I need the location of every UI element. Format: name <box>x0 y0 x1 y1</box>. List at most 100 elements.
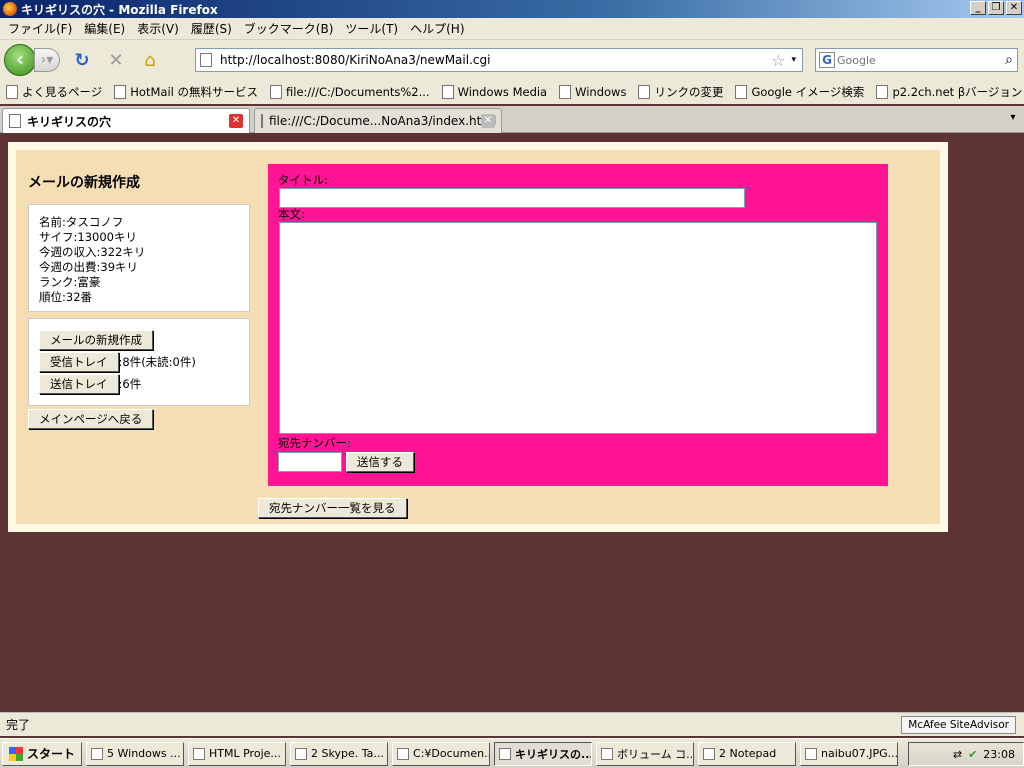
inbox-button[interactable]: 受信トレイ <box>39 352 119 372</box>
tab-kirigirisu[interactable]: キリギリスの穴 ✕ <box>2 108 250 133</box>
taskbar-item[interactable]: 2 Skype. Ta... <box>290 741 389 766</box>
title-label: タイトル: <box>278 173 328 187</box>
tab-page-icon <box>9 114 21 128</box>
menu-view[interactable]: 表示(V) <box>131 20 185 37</box>
bookmark-star-icon[interactable]: ☆ <box>771 51 785 70</box>
menu-help[interactable]: ヘルプ(H) <box>404 20 470 37</box>
tab-page-icon <box>261 114 263 128</box>
title-input[interactable] <box>279 188 745 208</box>
folder-icon <box>91 747 104 760</box>
bookmark-item[interactable]: HotMail の無料サービス <box>108 84 264 100</box>
bookmark-page-icon <box>876 85 889 99</box>
user-stats-box: 名前:タスコノフ サイフ:13000キリ 今週の収入:322キリ 今週の出費:3… <box>28 204 250 312</box>
bookmark-item[interactable]: よく見るページ <box>0 84 108 100</box>
page-icon <box>200 53 212 67</box>
tab-list-dropdown-icon[interactable]: ▾ <box>1006 112 1020 128</box>
window-title: キリギリスの穴 - Mozilla Firefox <box>21 2 218 17</box>
new-mail-button[interactable]: メールの新規作成 <box>39 330 153 350</box>
bookmark-page-icon <box>735 85 748 99</box>
image-icon <box>805 747 818 760</box>
destination-number-input[interactable] <box>278 452 342 472</box>
stat-position: 順位:32番 <box>39 290 93 304</box>
security-icon[interactable]: ✔ <box>968 748 977 761</box>
windows-taskbar: スタート 5 Windows ... HTML Proje... 2 Skype… <box>0 738 1024 768</box>
tab-strip: キリギリスの穴 ✕ file:///C:/Docume...NoAna3/ind… <box>0 106 1024 133</box>
menu-edit[interactable]: 編集(E) <box>78 20 131 37</box>
notepad-icon <box>703 747 716 760</box>
bookmark-item[interactable]: p2.2ch.net βバージョン <box>870 84 1024 100</box>
url-bar[interactable]: ☆ ▾ <box>195 48 803 72</box>
bookmark-page-icon <box>559 85 572 99</box>
stop-icon[interactable]: ✕ <box>104 50 128 71</box>
stat-name: 名前:タスコノフ <box>39 215 124 229</box>
volume-icon <box>601 747 614 760</box>
window-titlebar: キリギリスの穴 - Mozilla Firefox _ ❐ ✕ <box>0 0 1024 18</box>
restore-button[interactable]: ❐ <box>988 1 1004 15</box>
network-icon[interactable]: ⇄ <box>953 748 962 761</box>
console-icon <box>397 747 410 760</box>
url-dropdown-icon[interactable]: ▾ <box>791 55 796 65</box>
search-bar[interactable]: G ⌕ <box>815 48 1018 72</box>
search-icon[interactable]: ⌕ <box>1005 52 1013 68</box>
home-icon[interactable]: ⌂ <box>138 50 162 71</box>
tab-index-html[interactable]: file:///C:/Docume...NoAna3/index.html ✕ <box>254 108 502 133</box>
stat-rank: ランク:富豪 <box>39 275 101 289</box>
mcafee-siteadvisor-button[interactable]: McAfee SiteAdvisor <box>901 716 1016 734</box>
bookmarks-toolbar: よく見るページ HotMail の無料サービス file:///C:/Docum… <box>0 80 1024 104</box>
bookmark-item[interactable]: Google イメージ検索 <box>729 84 870 100</box>
url-input[interactable] <box>220 53 772 67</box>
firefox-icon <box>499 747 512 760</box>
menu-history[interactable]: 履歴(S) <box>185 20 238 37</box>
compose-form: タイトル: 本文: 宛先ナンバー: 送信する <box>268 164 888 486</box>
clock: 23:08 <box>983 747 1015 761</box>
bookmark-item[interactable]: リンクの変更 <box>632 84 729 100</box>
bookmark-page-icon <box>441 85 454 99</box>
stat-weekly-expense: 今週の出費:39キリ <box>39 260 139 274</box>
taskbar-item[interactable]: ボリューム コ... <box>596 741 695 766</box>
menu-file[interactable]: ファイル(F) <box>2 20 78 37</box>
status-bar: 完了 McAfee SiteAdvisor <box>0 712 1024 736</box>
close-tab-icon[interactable]: ✕ <box>481 114 495 128</box>
taskbar-item[interactable]: naibu07.JPG... <box>800 741 899 766</box>
taskbar-item[interactable]: 2 Notepad <box>698 741 797 766</box>
taskbar-item[interactable]: HTML Proje... <box>188 741 287 766</box>
body-textarea[interactable] <box>279 222 877 434</box>
system-tray: ⇄ ✔ 23:08 <box>908 742 1024 766</box>
google-engine-icon[interactable]: G <box>819 52 835 68</box>
inbox-count: :8件(未読:0件) <box>118 355 196 369</box>
menu-bookmarks[interactable]: ブックマーク(B) <box>238 20 340 37</box>
body-label: 本文: <box>278 207 305 221</box>
close-window-button[interactable]: ✕ <box>1006 1 1022 15</box>
back-arrow-icon[interactable]: ‹ <box>4 44 36 76</box>
taskbar-item[interactable]: C:¥Documen... <box>392 741 491 766</box>
stat-wallet: サイフ:13000キリ <box>39 230 137 244</box>
search-input[interactable] <box>837 53 1006 67</box>
bookmark-page-icon <box>270 85 282 99</box>
close-tab-icon[interactable]: ✕ <box>229 114 243 128</box>
reload-icon[interactable]: ↻ <box>70 50 94 71</box>
navigation-toolbar: ‹ ›▾ ↻ ✕ ⌂ ☆ ▾ G ⌕ <box>0 40 1024 80</box>
page-content: メールの新規作成 名前:タスコノフ サイフ:13000キリ 今週の収入:322キ… <box>0 134 1024 710</box>
taskbar-item-active[interactable]: キリギリスの... <box>494 741 593 766</box>
bookmark-item[interactable]: file:///C:/Documents%2... <box>264 85 436 99</box>
minimize-button[interactable]: _ <box>970 1 986 15</box>
bookmark-page-icon <box>638 85 651 99</box>
stat-weekly-income: 今週の収入:322キリ <box>39 245 146 259</box>
bookmark-item[interactable]: Windows <box>553 85 632 99</box>
status-text: 完了 <box>6 718 31 732</box>
windows-logo-icon <box>9 746 23 761</box>
bookmark-page-icon <box>6 85 18 99</box>
destination-list-button[interactable]: 宛先ナンバー一覧を見る <box>258 498 407 518</box>
send-button[interactable]: 送信する <box>346 452 414 472</box>
start-button[interactable]: スタート <box>2 741 83 766</box>
firefox-logo-icon <box>3 2 17 16</box>
bookmark-item[interactable]: Windows Media <box>436 85 554 99</box>
bookmark-page-icon <box>114 85 127 99</box>
menubar: ファイル(F) 編集(E) 表示(V) 履歴(S) ブックマーク(B) ツール(… <box>0 18 1024 40</box>
forward-arrow-icon[interactable]: ›▾ <box>34 48 60 72</box>
back-to-main-button[interactable]: メインページへ戻る <box>28 409 154 429</box>
taskbar-item[interactable]: 5 Windows ... <box>86 741 185 766</box>
globe-icon <box>193 747 206 760</box>
menu-tools[interactable]: ツール(T) <box>339 20 404 37</box>
outbox-button[interactable]: 送信トレイ <box>39 374 119 394</box>
